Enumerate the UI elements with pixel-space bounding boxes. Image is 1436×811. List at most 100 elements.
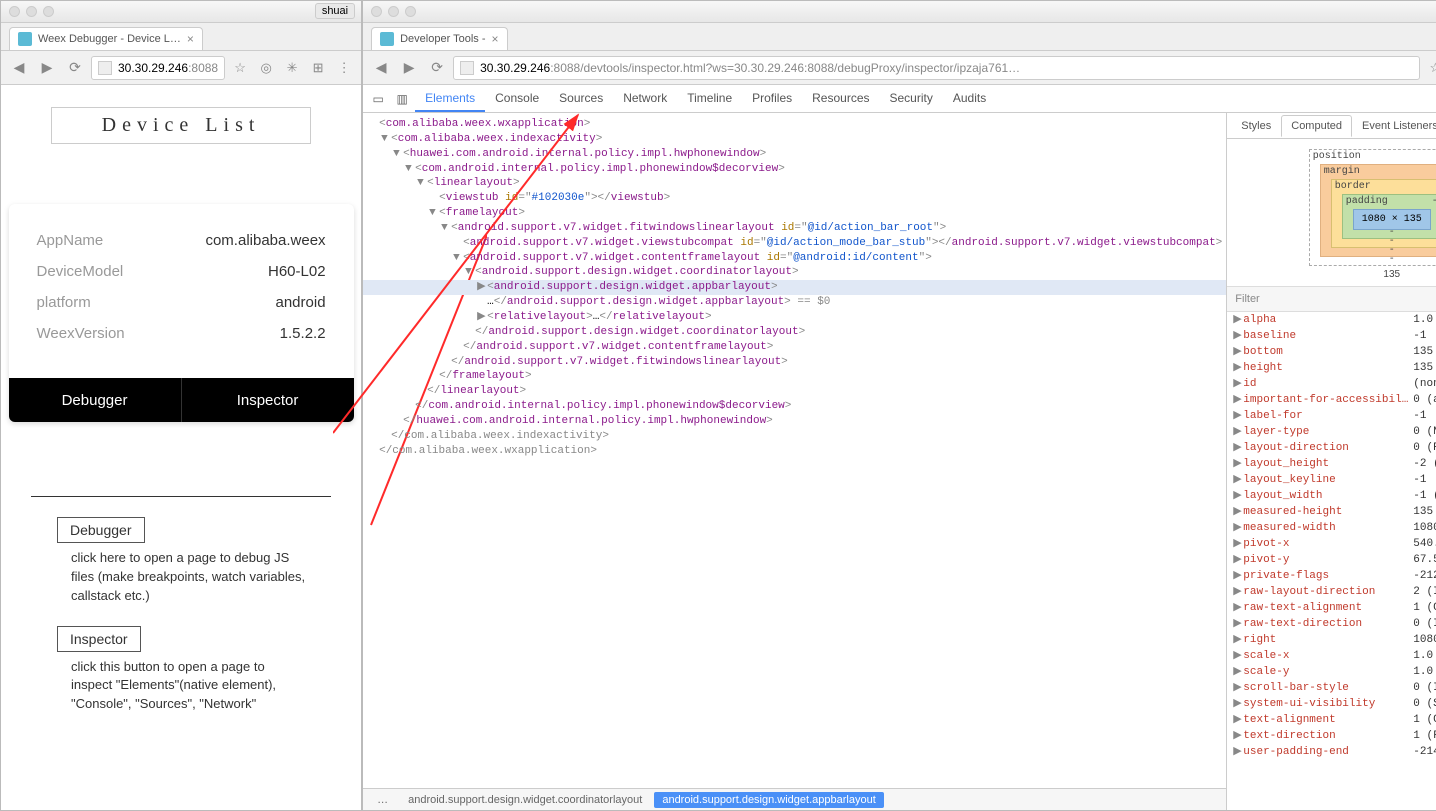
devtools-tab-network[interactable]: Network (613, 86, 677, 112)
back-button[interactable]: ◀ (369, 56, 393, 80)
dom-node[interactable]: </com.alibaba.weex.wxapplication> (363, 444, 1226, 459)
menu-icon[interactable]: ⋮ (333, 57, 355, 79)
help-button[interactable]: Debugger (57, 517, 145, 543)
url-input[interactable]: 30.30.29.246:8088 (91, 56, 225, 80)
forward-button[interactable]: ▶ (35, 56, 59, 80)
computed-properties[interactable]: ▶alpha1.0▶baseline-1▶bottom135▶height135… (1227, 312, 1436, 810)
dom-node[interactable]: ▼<com.alibaba.weex.indexactivity> (363, 132, 1226, 147)
property-row[interactable]: ▶right1080 (1227, 632, 1436, 648)
devtools-tab-audits[interactable]: Audits (943, 86, 996, 112)
property-row[interactable]: ▶user-padding-end-214748364… (1227, 744, 1436, 760)
property-row[interactable]: ▶layout-direction0 (RESOLVE… (1227, 440, 1436, 456)
close-icon[interactable]: × (187, 32, 194, 46)
dom-node[interactable]: </linearlayout> (363, 384, 1226, 399)
breadcrumb[interactable]: …android.support.design.widget.coordinat… (363, 788, 1226, 810)
property-row[interactable]: ▶layout_width-1 (MATCH_… (1227, 488, 1436, 504)
dom-node[interactable]: <viewstub id="#102030e"></viewstub> (363, 191, 1226, 206)
devtools-tab-sources[interactable]: Sources (549, 86, 613, 112)
browser-tab[interactable]: Developer Tools - × (371, 27, 507, 50)
inspector-button[interactable]: Inspector (182, 378, 354, 422)
devtools-tab-profiles[interactable]: Profiles (742, 86, 802, 112)
property-row[interactable]: ▶layer-type0 (NONE) (1227, 424, 1436, 440)
devtools-tab-elements[interactable]: Elements (415, 86, 485, 112)
devtools-tab-console[interactable]: Console (485, 86, 549, 112)
dom-node[interactable]: </android.support.design.widget.coordina… (363, 325, 1226, 340)
ext-icon[interactable]: ◎ (255, 57, 277, 79)
property-row[interactable]: ▶important-for-accessibilit…0 (auto) (1227, 392, 1436, 408)
styles-tab-computed[interactable]: Computed (1281, 115, 1352, 137)
dom-node[interactable]: ▼<framelayout> (363, 206, 1226, 221)
devtools-tab-security[interactable]: Security (880, 86, 943, 112)
breadcrumb-item[interactable]: … (369, 792, 396, 808)
traffic-min[interactable] (388, 6, 399, 17)
property-row[interactable]: ▶id(none) (1227, 376, 1436, 392)
property-row[interactable]: ▶label-for-1 (1227, 408, 1436, 424)
dom-tree[interactable]: <com.alibaba.weex.wxapplication>▼<com.al… (363, 113, 1226, 788)
dom-node[interactable]: ▶<android.support.design.widget.appbarla… (363, 280, 1226, 295)
traffic-max[interactable] (405, 6, 416, 17)
property-row[interactable]: ▶layout_keyline-1 (1227, 472, 1436, 488)
dom-node[interactable]: </huawei.com.android.internal.policy.imp… (363, 414, 1226, 429)
dom-node[interactable]: <android.support.v7.widget.viewstubcompa… (363, 236, 1226, 251)
url-input[interactable]: 30.30.29.246:8088/devtools/inspector.htm… (453, 56, 1420, 80)
forward-button[interactable]: ▶ (397, 56, 421, 80)
property-row[interactable]: ▶raw-layout-direction2 (INHERIT… (1227, 584, 1436, 600)
devtools-tab-resources[interactable]: Resources (802, 86, 879, 112)
devtools-tab-timeline[interactable]: Timeline (677, 86, 742, 112)
traffic-close[interactable] (371, 6, 382, 17)
dom-node[interactable]: ▼<linearlayout> (363, 176, 1226, 191)
ext-icon[interactable]: ⊞ (307, 57, 329, 79)
dom-node[interactable]: <com.alibaba.weex.wxapplication> (363, 117, 1226, 132)
property-row[interactable]: ▶measured-width1080 (1227, 520, 1436, 536)
property-row[interactable]: ▶scale-x1.0 (1227, 648, 1436, 664)
dom-node[interactable]: ▶<relativelayout>…</relativelayout> (363, 310, 1226, 325)
dom-node[interactable]: ▼<com.android.internal.policy.impl.phone… (363, 162, 1226, 177)
dom-node[interactable]: </framelayout> (363, 369, 1226, 384)
close-icon[interactable]: × (492, 32, 499, 46)
styles-tab-event-listeners[interactable]: Event Listeners (1352, 115, 1436, 137)
dom-node[interactable]: </com.android.internal.policy.impl.phone… (363, 399, 1226, 414)
reload-button[interactable]: ⟳ (63, 56, 87, 80)
filter-input[interactable]: Filter (1235, 293, 1259, 305)
traffic-min[interactable] (26, 6, 37, 17)
dom-node[interactable]: ▼<huawei.com.android.internal.policy.imp… (363, 147, 1226, 162)
property-row[interactable]: ▶baseline-1 (1227, 328, 1436, 344)
property-row[interactable]: ▶measured-height135 (1227, 504, 1436, 520)
dom-node[interactable]: </android.support.v7.widget.fitwindowsli… (363, 355, 1226, 370)
star-icon[interactable]: ☆ (1424, 57, 1436, 79)
ext-icon[interactable]: ✳ (281, 57, 303, 79)
property-row[interactable]: ▶private-flags-2120205008… (1227, 568, 1436, 584)
property-row[interactable]: ▶raw-text-direction0 (INHERIT… (1227, 616, 1436, 632)
device-toggle-icon[interactable]: ▥ (391, 88, 413, 110)
traffic-max[interactable] (43, 6, 54, 17)
property-row[interactable]: ▶text-direction1 (FIRST_S… (1227, 728, 1436, 744)
breadcrumb-item[interactable]: android.support.design.widget.appbarlayo… (654, 792, 883, 808)
traffic-close[interactable] (9, 6, 20, 17)
property-row[interactable]: ▶layout_height-2 (WRAP_C… (1227, 456, 1436, 472)
reload-button[interactable]: ⟳ (425, 56, 449, 80)
inspect-icon[interactable]: ▭ (367, 88, 389, 110)
star-icon[interactable]: ☆ (229, 57, 251, 79)
property-row[interactable]: ▶alpha1.0 (1227, 312, 1436, 328)
dom-node[interactable]: …</android.support.design.widget.appbarl… (363, 295, 1226, 310)
browser-tab[interactable]: Weex Debugger - Device L… × (9, 27, 203, 50)
breadcrumb-item[interactable]: android.support.design.widget.coordinato… (400, 792, 650, 808)
dom-node[interactable]: ▼<android.support.v7.widget.contentframe… (363, 251, 1226, 266)
property-row[interactable]: ▶text-alignment1 (GRAVITY… (1227, 712, 1436, 728)
property-row[interactable]: ▶raw-text-alignment1 (GRAVITY… (1227, 600, 1436, 616)
styles-tab-styles[interactable]: Styles (1231, 115, 1281, 137)
dom-node[interactable]: ▼<android.support.design.widget.coordina… (363, 265, 1226, 280)
property-row[interactable]: ▶bottom135 (1227, 344, 1436, 360)
property-row[interactable]: ▶scale-y1.0 (1227, 664, 1436, 680)
debugger-button[interactable]: Debugger (9, 378, 182, 422)
dom-node[interactable]: ▼<android.support.v7.widget.fitwindowsli… (363, 221, 1226, 236)
back-button[interactable]: ◀ (7, 56, 31, 80)
help-button[interactable]: Inspector (57, 626, 141, 652)
dom-node[interactable]: </com.alibaba.weex.indexactivity> (363, 429, 1226, 444)
user-badge[interactable]: shuai (315, 3, 355, 19)
dom-node[interactable]: </android.support.v7.widget.contentframe… (363, 340, 1226, 355)
property-row[interactable]: ▶pivot-y67.5 (1227, 552, 1436, 568)
property-row[interactable]: ▶system-ui-visibility0 (SYSTEM_… (1227, 696, 1436, 712)
property-row[interactable]: ▶height135 (1227, 360, 1436, 376)
property-row[interactable]: ▶scroll-bar-style0 (INSIDE_… (1227, 680, 1436, 696)
